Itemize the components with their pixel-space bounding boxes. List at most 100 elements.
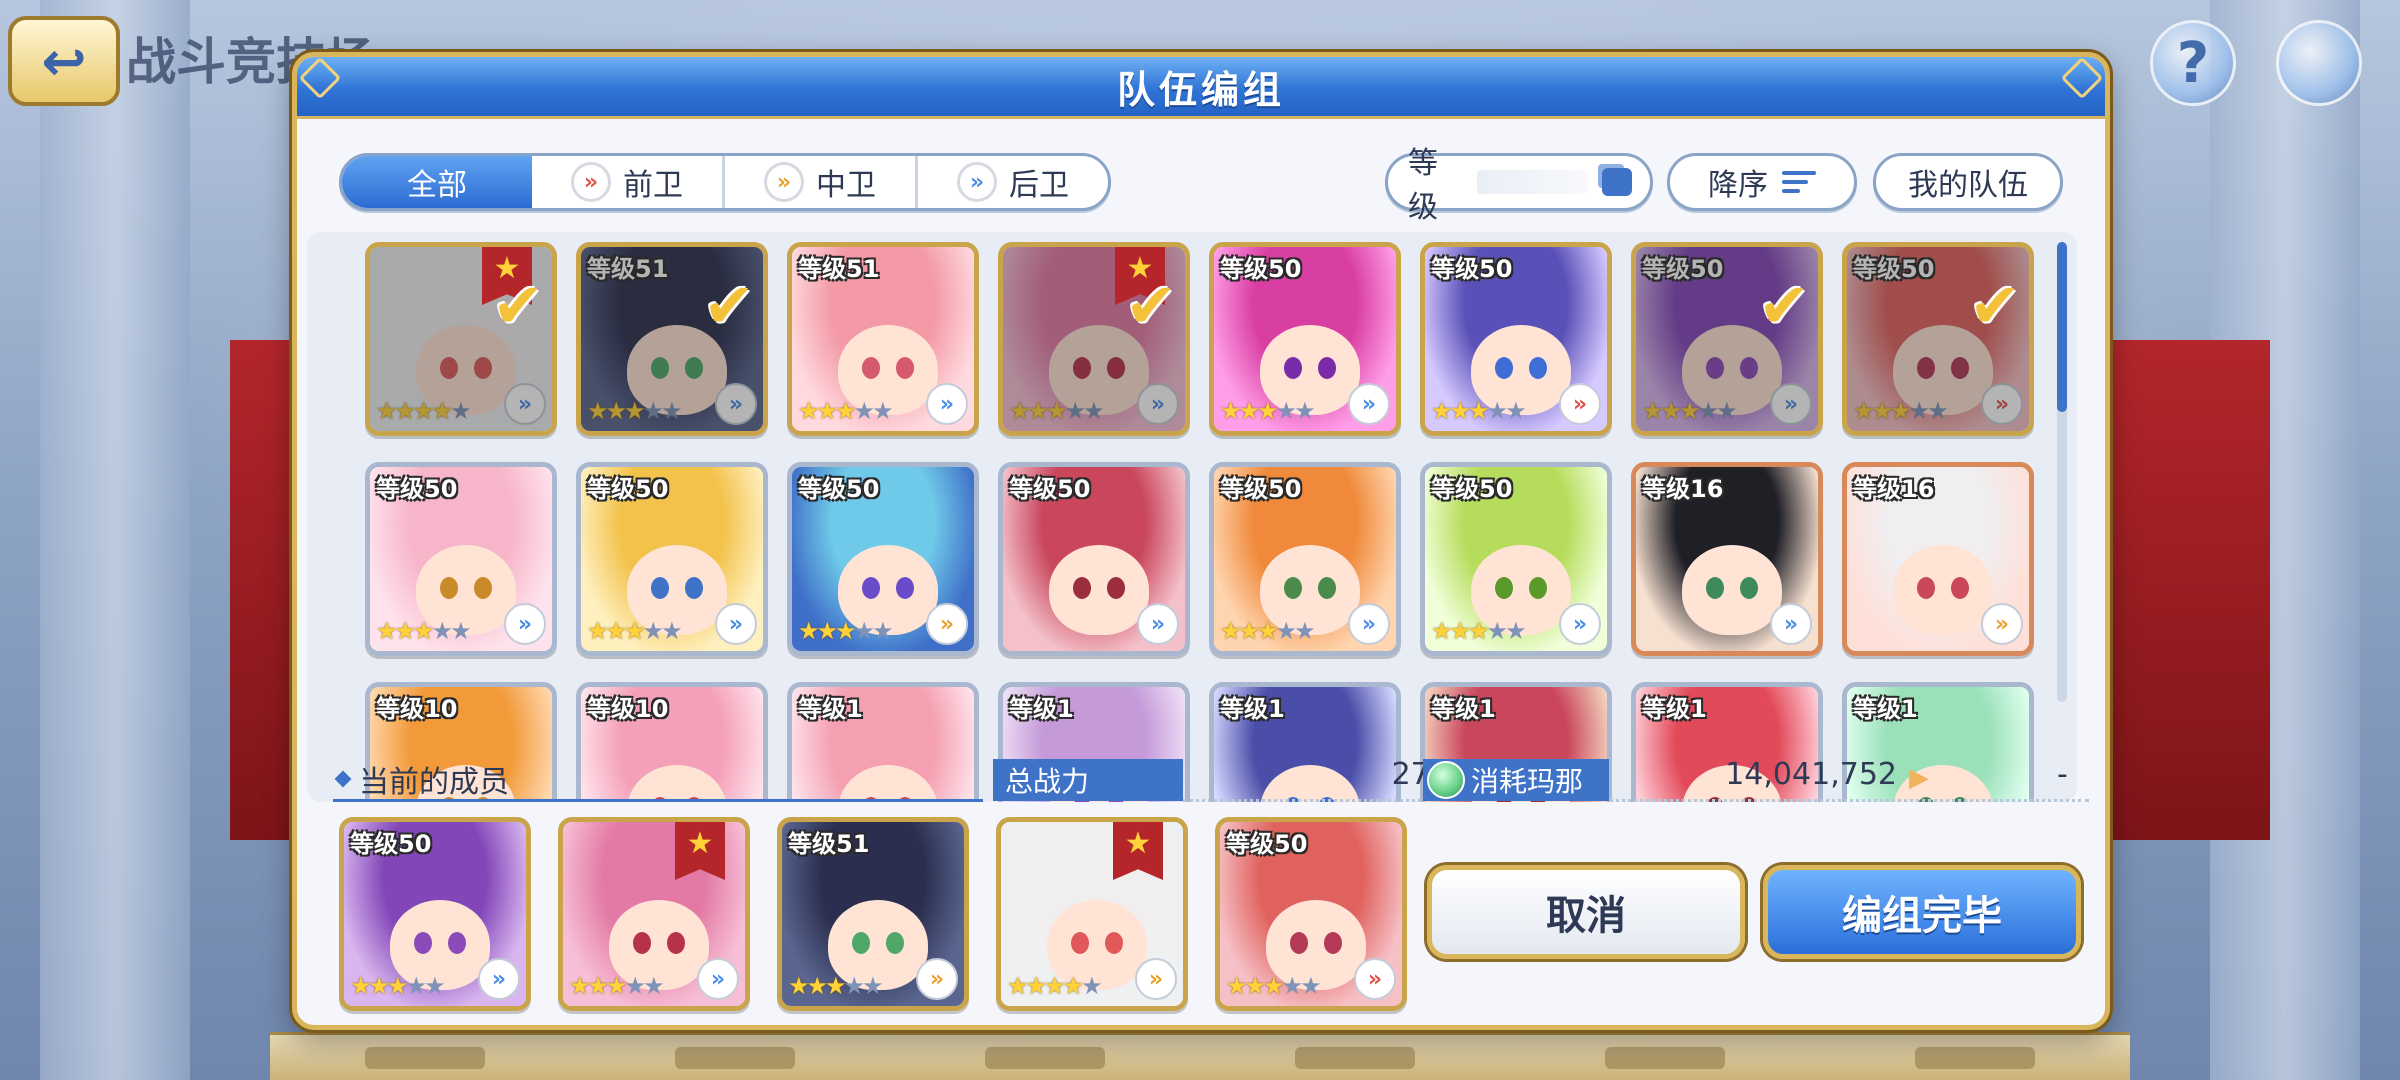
section-underline	[333, 799, 983, 802]
character-level: 等级10	[376, 695, 458, 723]
dialog-title: 队伍编组	[1116, 68, 1285, 112]
back-role-icon: »	[715, 383, 757, 425]
help-icon[interactable]: ?	[2150, 20, 2236, 106]
sort-key-label: 等级	[1408, 146, 1438, 225]
character-card[interactable]: 等级50 ★★★★★ »	[1420, 242, 1612, 436]
sort-key-track	[1477, 170, 1589, 194]
character-card[interactable]: 等级10	[576, 682, 768, 802]
nav-item[interactable]	[1915, 1046, 2035, 1069]
cards-stack-icon	[1602, 168, 1632, 196]
mana-icon	[1427, 761, 1465, 799]
tab-back[interactable]: » 后卫	[918, 156, 1108, 208]
mid-role-icon: »	[926, 603, 968, 645]
character-card[interactable]: 等级51 ★★★★★ » ✔	[576, 242, 768, 436]
back-role-icon: »	[1348, 603, 1390, 645]
selected-check-icon: ✔	[703, 269, 755, 342]
menu-icon[interactable]	[2276, 20, 2362, 106]
sort-descending-icon	[1782, 171, 1816, 193]
back-role-icon: »	[697, 958, 739, 1000]
nav-item[interactable]	[675, 1046, 795, 1069]
roster-scrollbar[interactable]	[2057, 242, 2067, 702]
team-formation-dialog: 队伍编组 全部 » 前卫 » 中卫 » 后卫 等级 降序 我的队伍 ★★★★★ …	[292, 52, 2110, 1030]
selected-check-icon: ✔	[492, 269, 544, 342]
star-rating: ★★★★★	[1007, 972, 1103, 1000]
character-level: 等级10	[587, 695, 669, 723]
tab-label: 前卫	[623, 168, 683, 203]
tab-all[interactable]: 全部	[342, 156, 532, 208]
sort-order-button[interactable]: 降序	[1667, 153, 1857, 211]
my-team-button[interactable]: 我的队伍	[1873, 153, 2063, 211]
character-card[interactable]: ★★★★★» ★	[996, 817, 1188, 1011]
back-role-icon: »	[1137, 603, 1179, 645]
star-rating: ★★★★★	[1220, 617, 1316, 645]
scrollbar-thumb[interactable]	[2057, 242, 2067, 412]
dotted-divider	[1183, 799, 1421, 802]
star-rating: ★★★★★	[569, 972, 665, 1000]
character-level: 等级50	[376, 475, 458, 503]
back-role-icon: »	[478, 958, 520, 1000]
character-card[interactable]: 等级50 ★★★★★ »	[365, 462, 557, 656]
dialog-header: 队伍编组	[297, 57, 2105, 119]
character-card[interactable]: 等级50 ★★★★★ » ✔	[1631, 242, 1823, 436]
nav-item[interactable]	[985, 1046, 1105, 1069]
roster-grid[interactable]: ★★★★★» ★ ✔ 等级51 ★★★★★» ✔ 等级51 ★★★★★» ★★★★★» ★ ✔ 等级5…	[307, 232, 2077, 802]
character-level: 等级51	[788, 830, 870, 858]
background-pillar	[40, 0, 190, 1080]
character-card[interactable]: 等级50 ★★★★★ »	[1209, 242, 1401, 436]
tab-label: 全部	[407, 168, 467, 203]
back-role-icon: »	[926, 383, 968, 425]
character-card[interactable]: ★★★★★» ★	[558, 817, 750, 1011]
character-card[interactable]: 等级50 ★★★★★ »	[1215, 817, 1407, 1011]
current-members-label: 当前的成员	[337, 757, 509, 801]
back-role-icon: »	[957, 162, 997, 202]
front-role-icon: »	[1354, 958, 1396, 1000]
cancel-button[interactable]: 取消	[1427, 865, 1745, 959]
character-card[interactable]: ★★★★★» ★ ✔	[365, 242, 557, 436]
character-level: 等级51	[587, 255, 669, 283]
character-card[interactable]: 等级50 ★★★★★ »	[1420, 462, 1612, 656]
character-card[interactable]: 等级50 ★★★★★ »	[339, 817, 531, 1011]
role-filter-tabs: 全部 » 前卫 » 中卫 » 后卫	[339, 153, 1111, 211]
nav-item[interactable]	[1295, 1046, 1415, 1069]
character-level: 等级50	[1642, 255, 1724, 283]
mana-cost-value: 14,041,752	[1725, 757, 1897, 792]
character-card[interactable]: 等级51 ★★★★★ »	[787, 242, 979, 436]
character-card[interactable]: 等级51 ★★★★★ »	[777, 817, 969, 1011]
corner-ornament-icon	[298, 57, 342, 100]
character-card[interactable]: 等级50 »	[998, 462, 1190, 656]
character-level: 等级50	[798, 475, 880, 503]
star-rating: ★★★★★	[350, 972, 446, 1000]
back-role-icon: »	[1770, 603, 1812, 645]
front-role-icon: »	[1559, 383, 1601, 425]
character-card[interactable]: 等级50 ★★★★★ »	[787, 462, 979, 656]
mana-cost-text: 消耗玛那	[1471, 765, 1584, 798]
character-level: 等级50	[350, 830, 432, 858]
character-card[interactable]: 等级16 »	[1631, 462, 1823, 656]
character-card[interactable]: 等级16 »	[1842, 462, 2034, 656]
character-card[interactable]: 等级50 ★★★★★ » ✔	[1842, 242, 2034, 436]
front-role-icon: »	[1981, 383, 2023, 425]
character-card[interactable]: ★★★★★» ★ ✔	[998, 242, 1190, 436]
tab-mid[interactable]: » 中卫	[725, 156, 918, 208]
character-card[interactable]: 等级50 ★★★★★ »	[576, 462, 768, 656]
nav-item[interactable]	[365, 1046, 485, 1069]
star-rating: ★★★★★	[798, 397, 894, 425]
character-level: 等级51	[798, 255, 880, 283]
character-card[interactable]: 等级50 ★★★★★ »	[1209, 462, 1401, 656]
character-card[interactable]: 等级1	[787, 682, 979, 802]
character-level: 等级1	[798, 695, 863, 723]
tab-front[interactable]: » 前卫	[532, 156, 725, 208]
finish-formation-button[interactable]: 编组完毕	[1763, 865, 2081, 959]
sort-key-dropdown[interactable]: 等级	[1385, 146, 1653, 225]
star-rating: ★★★★★	[1226, 972, 1322, 1000]
character-level: 等级50	[1220, 255, 1302, 283]
selected-check-icon: ✔	[1758, 269, 1810, 342]
star-rating: ★★★★★	[1220, 397, 1316, 425]
character-level: 等级1	[1431, 695, 1496, 723]
back-button[interactable]: ↩	[8, 16, 120, 106]
character-level: 等级1	[1009, 695, 1074, 723]
tab-label: 后卫	[1009, 168, 1069, 203]
nav-item[interactable]	[1605, 1046, 1725, 1069]
star-rating: ★★★★★	[376, 617, 472, 645]
character-level: 等级50	[1009, 475, 1091, 503]
